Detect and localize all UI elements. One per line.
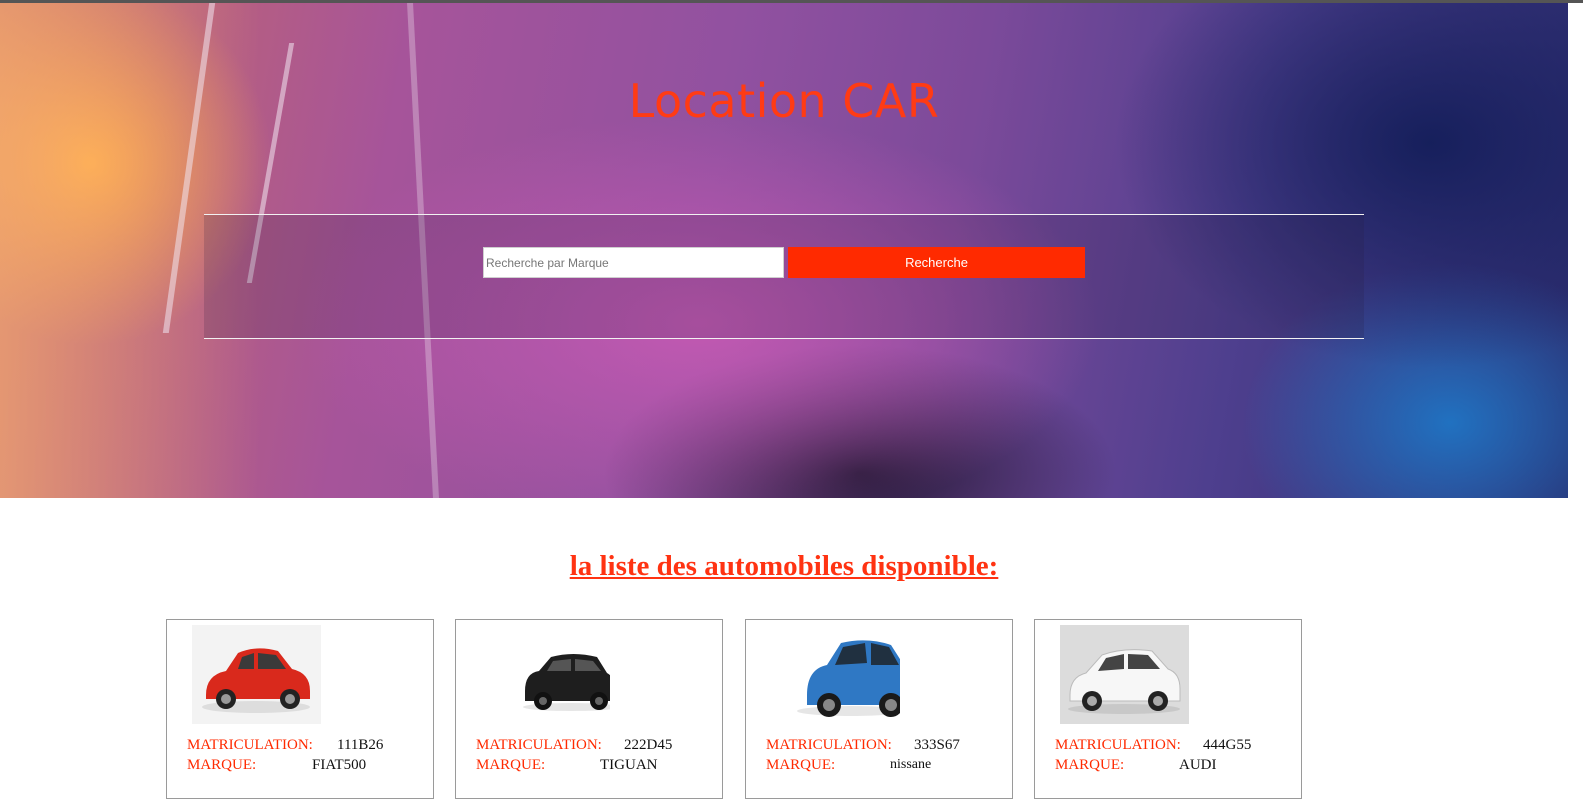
car-card[interactable]: MATRICULATION: 222D45 MARQUE: TIGUAN <box>455 619 723 799</box>
car-photo <box>192 625 321 724</box>
car-card[interactable]: MATRICULATION: 444G55 MARQUE: AUDI <box>1034 619 1302 799</box>
matricule-value: 444G55 <box>1203 737 1252 753</box>
car-photo <box>1060 625 1189 724</box>
marque-label: MARQUE: <box>187 757 257 773</box>
matricule-label: MATRICULATION: <box>1055 737 1181 753</box>
search-input[interactable] <box>483 247 784 278</box>
marque-row: MARQUE: AUDI <box>1055 756 1217 774</box>
search-top-divider <box>204 214 1364 215</box>
marque-value: TIGUAN <box>600 757 658 773</box>
search-button[interactable]: Recherche <box>788 247 1085 278</box>
matricule-row: MATRICULATION: 333S67 <box>766 736 960 754</box>
car-photo <box>481 625 610 724</box>
car-photo <box>771 625 900 724</box>
search-panel <box>204 214 1364 338</box>
matricule-row: MATRICULATION: 222D45 <box>476 736 672 754</box>
car-card[interactable]: MATRICULATION: 111B26 MARQUE: FIAT500 <box>166 619 434 799</box>
matricule-value: 333S67 <box>914 737 960 753</box>
marque-label: MARQUE: <box>476 757 546 773</box>
car-card[interactable]: MATRICULATION: 333S67 MARQUE: nissane <box>745 619 1013 799</box>
marque-value: AUDI <box>1179 757 1217 773</box>
marque-row: MARQUE: nissane <box>766 756 931 774</box>
matricule-value: 222D45 <box>624 737 673 753</box>
marque-value: FIAT500 <box>312 757 367 773</box>
site-title: Location CAR <box>628 74 940 128</box>
matricule-label: MATRICULATION: <box>187 737 313 753</box>
available-cars-heading: la liste des automobiles disponible: <box>569 550 999 582</box>
marque-value: nissane <box>890 757 932 772</box>
marque-label: MARQUE: <box>766 757 836 773</box>
marque-label: MARQUE: <box>1055 757 1125 773</box>
matricule-label: MATRICULATION: <box>476 737 602 753</box>
marque-row: MARQUE: TIGUAN <box>476 756 658 774</box>
matricule-row: MATRICULATION: 111B26 <box>187 736 383 754</box>
matricule-label: MATRICULATION: <box>766 737 892 753</box>
matricule-row: MATRICULATION: 444G55 <box>1055 736 1251 754</box>
marque-row: MARQUE: FIAT500 <box>187 756 366 774</box>
search-bottom-divider <box>204 338 1364 339</box>
matricule-value: 111B26 <box>337 737 384 753</box>
